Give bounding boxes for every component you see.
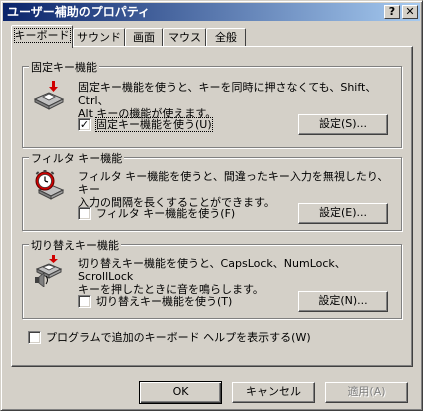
- stopwatch-keyboard-icon: [33, 168, 65, 200]
- toggle-keys-desc-line1: 切り替えキー機能を使うと、CapsLock、NumLock、ScrollLock: [78, 257, 346, 283]
- sticky-keys-settings-button[interactable]: 設定(S)...: [298, 114, 388, 135]
- apply-button[interactable]: 適用(A): [325, 382, 408, 403]
- extra-help-checkbox-label[interactable]: プログラムで追加のキーボード ヘルプを表示する(W): [46, 331, 311, 344]
- help-button[interactable]: ?: [384, 5, 400, 19]
- tab-mouse[interactable]: マウス: [163, 28, 206, 47]
- sticky-keys-group: 固定キー機能 固定キー機能を使うと、キーを同時に押さなくても、Shift、Ctr…: [22, 59, 402, 148]
- keyboard-arrow-icon: [33, 79, 65, 111]
- tab-sound-label: サウンド: [77, 31, 121, 44]
- toggle-keys-checkbox-label[interactable]: 切り替えキー機能を使う(T): [96, 295, 232, 308]
- sticky-keys-checkbox-row[interactable]: ✓ 固定キー機能を使う(U): [78, 117, 228, 132]
- title-bar[interactable]: ユーザー補助のプロパティ ? ✕: [3, 3, 420, 21]
- tab-display[interactable]: 画面: [125, 28, 163, 47]
- toggle-keys-checkbox[interactable]: [78, 295, 91, 308]
- sticky-keys-title: 固定キー機能: [29, 59, 99, 75]
- sticky-keys-checkbox-label[interactable]: 固定キー機能を使う(U): [95, 117, 213, 132]
- toggle-keys-title: 切り替えキー機能: [29, 237, 121, 253]
- tab-general[interactable]: 全般: [206, 28, 246, 47]
- filter-keys-desc-line1: フィルタ キー機能を使うと、間違ったキー入力を無視したり、キー: [78, 170, 389, 196]
- filter-keys-checkbox[interactable]: [78, 207, 91, 220]
- extra-help-checkbox-row[interactable]: プログラムで追加のキーボード ヘルプを表示する(W): [28, 331, 328, 345]
- toggle-keys-settings-button[interactable]: 設定(N)...: [298, 291, 388, 312]
- filter-keys-checkbox-row[interactable]: フィルタ キー機能を使う(F): [78, 207, 238, 221]
- filter-keys-checkbox-label[interactable]: フィルタ キー機能を使う(F): [96, 207, 235, 220]
- speaker-keyboard-icon: [33, 255, 65, 288]
- sticky-keys-desc-line1: 固定キー機能を使うと、キーを同時に押さなくても、Shift、Ctrl、: [78, 81, 377, 107]
- filter-keys-settings-button[interactable]: 設定(E)...: [298, 203, 388, 224]
- toggle-keys-group: 切り替えキー機能 切り替えキー機能を使うと、CapsLock、NumLock、S…: [22, 237, 402, 319]
- filter-keys-title: フィルタ キー機能: [29, 150, 125, 166]
- tab-general-label: 全般: [215, 31, 237, 44]
- tab-sound[interactable]: サウンド: [73, 28, 125, 47]
- keyboard-tab-panel: 固定キー機能 固定キー機能を使うと、キーを同時に押さなくても、Shift、Ctr…: [11, 46, 413, 367]
- tab-mouse-label: マウス: [168, 31, 201, 44]
- tab-display-label: 画面: [133, 31, 155, 44]
- properties-window: ユーザー補助のプロパティ ? ✕ キーボード サウンド 画面 マウス 全般 固定…: [0, 0, 423, 411]
- extra-help-checkbox[interactable]: [28, 331, 41, 344]
- toggle-keys-checkbox-row[interactable]: 切り替えキー機能を使う(T): [78, 295, 248, 309]
- ok-button[interactable]: OK: [139, 381, 222, 404]
- filter-keys-group: フィルタ キー機能 フィルタ キー機能を使うと、間違ったキー入力を無視したり、キ…: [22, 150, 402, 231]
- sticky-keys-checkbox[interactable]: ✓: [78, 118, 91, 131]
- tab-keyboard-label: キーボード: [13, 28, 71, 43]
- tab-keyboard[interactable]: キーボード: [11, 25, 73, 48]
- cancel-button[interactable]: キャンセル: [232, 382, 315, 403]
- window-title: ユーザー補助のプロパティ: [7, 5, 151, 19]
- close-button[interactable]: ✕: [402, 5, 418, 19]
